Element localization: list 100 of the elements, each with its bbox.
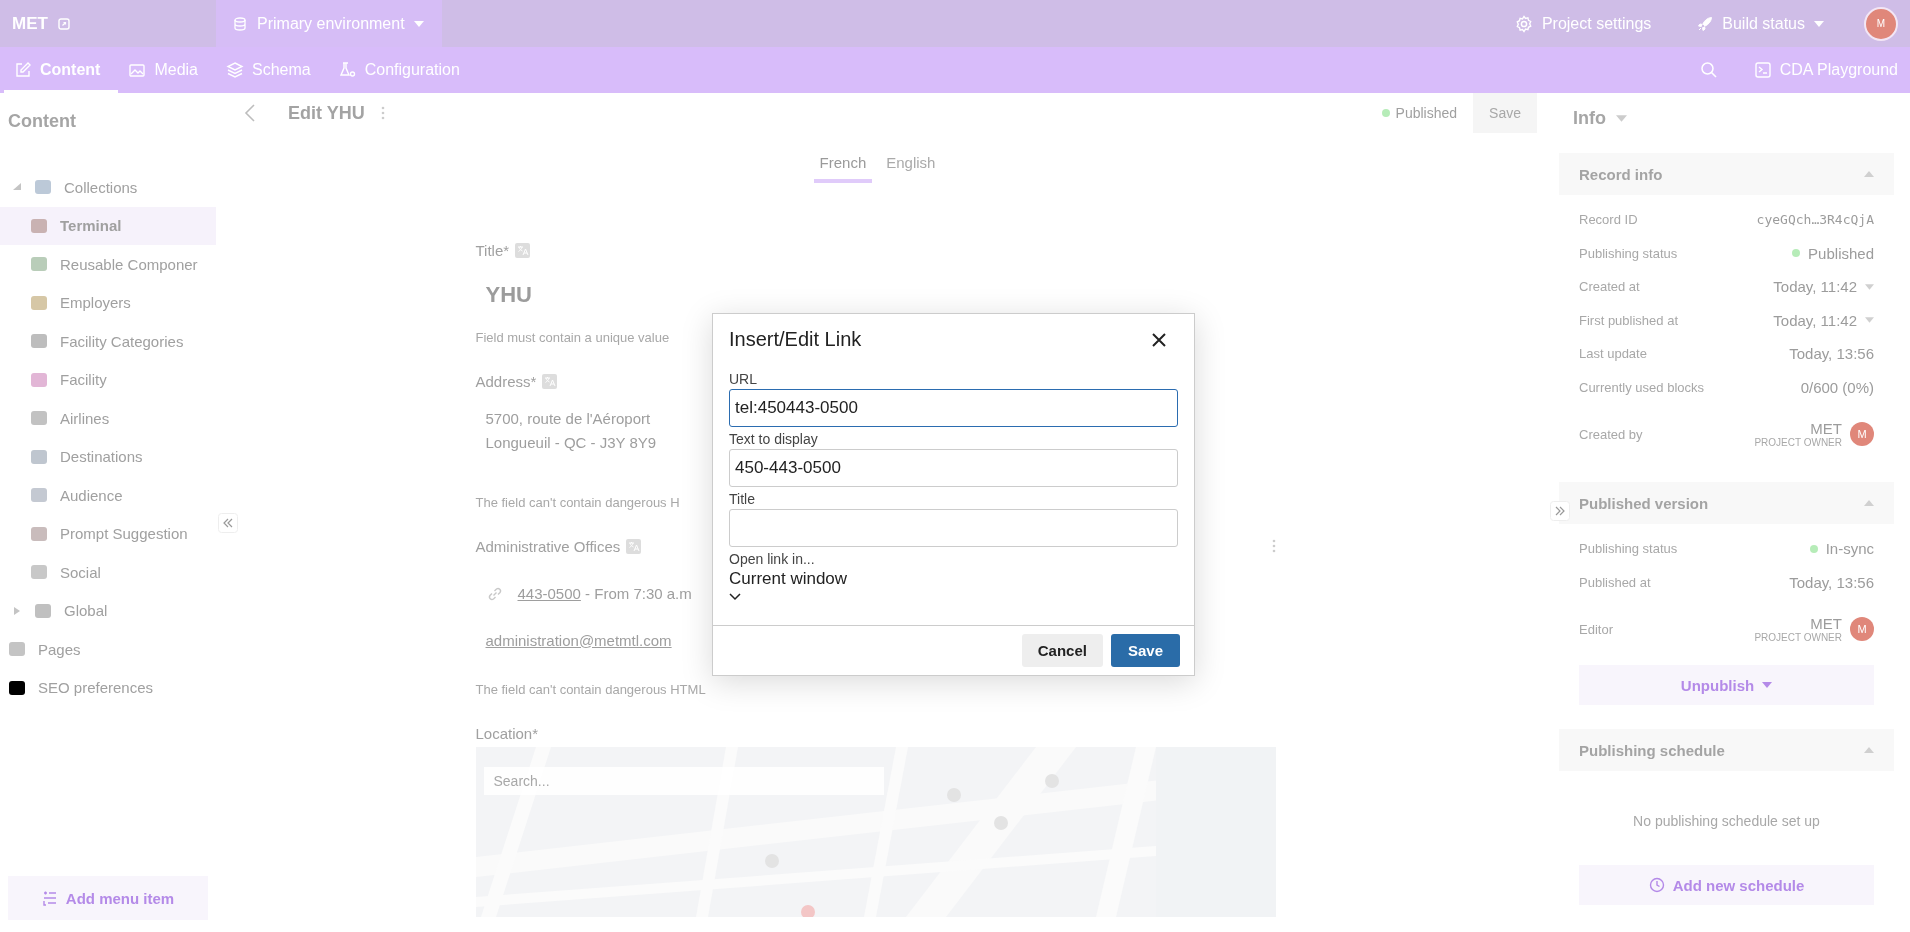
- sidebar-item[interactable]: Employers: [0, 283, 216, 322]
- field-label: Location*: [475, 724, 539, 742]
- user-avatar[interactable]: M: [1864, 6, 1898, 41]
- sidebar-item[interactable]: Social: [0, 553, 216, 592]
- section-header[interactable]: Publishing schedule: [1559, 729, 1894, 771]
- caret-icon[interactable]: [1865, 283, 1874, 290]
- info-value: Today, 13:56: [1789, 345, 1874, 363]
- build-status-button[interactable]: Build status: [1691, 13, 1830, 34]
- info-value: cyeGQch…3R4cQjA: [1756, 212, 1874, 228]
- info-label: First published at: [1579, 312, 1678, 328]
- field-label: Open link in...: [729, 551, 816, 567]
- sidebar-item[interactable]: Facility Categories: [0, 322, 216, 361]
- user-name: MET: [1810, 615, 1842, 632]
- caret-icon: [1762, 682, 1773, 688]
- info-label: Editor: [1579, 621, 1613, 637]
- more-icon[interactable]: [380, 106, 385, 120]
- user-avatar: M: [1850, 617, 1874, 641]
- project-name[interactable]: MET: [12, 13, 48, 34]
- sidebar-item[interactable]: Reusable Componer: [0, 245, 216, 284]
- caret-up-icon[interactable]: [1864, 171, 1874, 177]
- triangle-down-icon[interactable]: [12, 182, 22, 193]
- more-icon[interactable]: [1271, 539, 1276, 553]
- sidebar-item[interactable]: Airlines: [0, 399, 216, 438]
- info-label: Created by: [1579, 426, 1643, 442]
- playground-button[interactable]: CDA Playground: [1743, 47, 1910, 93]
- add-menu-item-button[interactable]: Add menu item: [8, 876, 208, 920]
- user-role: PROJECT OWNER: [1754, 437, 1842, 448]
- external-link-icon[interactable]: [57, 17, 70, 30]
- add-schedule-button[interactable]: Add new schedule: [1579, 865, 1874, 905]
- sidebar-item[interactable]: SEO preferences: [0, 668, 216, 707]
- caret-icon: [413, 20, 424, 27]
- target-select[interactable]: Current window: [729, 569, 1178, 611]
- section-header[interactable]: Record info: [1559, 153, 1894, 195]
- nav-tab[interactable]: Media: [118, 47, 216, 93]
- triangle-right-icon[interactable]: [12, 605, 22, 616]
- image-icon: [128, 61, 147, 79]
- square-icon: [30, 370, 48, 389]
- sidebar-item[interactable]: Destinations: [0, 437, 216, 476]
- clock-icon: [1648, 877, 1665, 893]
- panel-title[interactable]: Info: [1573, 107, 1606, 129]
- info-label: Record ID: [1579, 212, 1638, 228]
- expand-icon[interactable]: [1550, 501, 1570, 521]
- user-name: MET: [1810, 420, 1842, 437]
- locale-tab[interactable]: English: [880, 145, 942, 183]
- sidebar-item[interactable]: Collections: [0, 168, 216, 207]
- caret-icon[interactable]: [1616, 114, 1627, 122]
- info-label: Published at: [1579, 574, 1651, 590]
- square-icon: [30, 332, 48, 351]
- square-icon: [8, 640, 26, 659]
- search-icon[interactable]: [1699, 61, 1718, 79]
- layers-icon: [226, 61, 244, 79]
- text-field[interactable]: tel:450443-0500: [729, 389, 1178, 427]
- field-label: Administrative Offices: [475, 537, 621, 555]
- sidebar-item[interactable]: Audience: [0, 476, 216, 515]
- email-link[interactable]: administration@metmtl.com: [485, 628, 672, 653]
- caret-up-icon[interactable]: [1864, 747, 1874, 753]
- nav-tab[interactable]: Schema: [216, 47, 329, 93]
- cancel-button[interactable]: Cancel: [1021, 634, 1103, 667]
- field-label: URL: [729, 371, 758, 387]
- nav-tab[interactable]: Content: [4, 47, 119, 93]
- square-icon: [34, 601, 52, 620]
- flask-icon: [338, 61, 357, 79]
- map-search-field[interactable]: Search...: [483, 767, 884, 795]
- info-label: Currently used blocks: [1579, 379, 1704, 395]
- unpublish-button[interactable]: Unpublish: [1579, 665, 1874, 705]
- text-field[interactable]: [729, 509, 1178, 547]
- empty-message: No publishing schedule set up: [1632, 812, 1821, 831]
- section-title: Record info: [1579, 165, 1663, 183]
- info-value: 0/600 (0%): [1800, 378, 1874, 396]
- square-icon: [30, 216, 48, 235]
- sidebar-item[interactable]: Global: [0, 591, 216, 630]
- sidebar-item[interactable]: Terminal: [0, 206, 216, 245]
- square-icon: [34, 178, 52, 197]
- info-label: Created at: [1579, 279, 1640, 295]
- caret-icon[interactable]: [1865, 317, 1874, 324]
- field-label: Title*: [475, 241, 510, 259]
- field-label: Address*: [475, 372, 537, 390]
- sidebar-item[interactable]: Prompt Suggestion: [0, 514, 216, 553]
- back-icon[interactable]: [244, 104, 256, 122]
- save-button[interactable]: Save: [1110, 634, 1180, 667]
- status-dot: [1381, 109, 1390, 117]
- project-settings-button[interactable]: Project settings: [1508, 13, 1658, 34]
- list-icon: [41, 890, 58, 906]
- locale-tab[interactable]: French: [813, 145, 873, 183]
- field-label: Text to display: [729, 431, 819, 447]
- info-value[interactable]: Today, 11:42: [1773, 311, 1857, 329]
- caret-up-icon[interactable]: [1864, 500, 1874, 506]
- close-icon[interactable]: [1152, 332, 1166, 347]
- environment-dropdown[interactable]: Primary environment: [216, 0, 442, 47]
- user-avatar: M: [1850, 422, 1874, 446]
- info-value[interactable]: Today, 11:42: [1773, 278, 1857, 296]
- section-header[interactable]: Published version: [1559, 482, 1894, 524]
- section-title: Published version: [1579, 494, 1709, 512]
- collapse-icon[interactable]: [218, 513, 238, 533]
- text-field[interactable]: 450-443-0500: [729, 449, 1178, 487]
- sidebar-item[interactable]: Pages: [0, 630, 216, 669]
- sidebar-item[interactable]: Facility: [0, 360, 216, 399]
- nav-tab[interactable]: Configuration: [328, 47, 478, 93]
- info-label: Publishing status: [1579, 245, 1678, 261]
- phone-link[interactable]: 443-0500: [517, 584, 581, 602]
